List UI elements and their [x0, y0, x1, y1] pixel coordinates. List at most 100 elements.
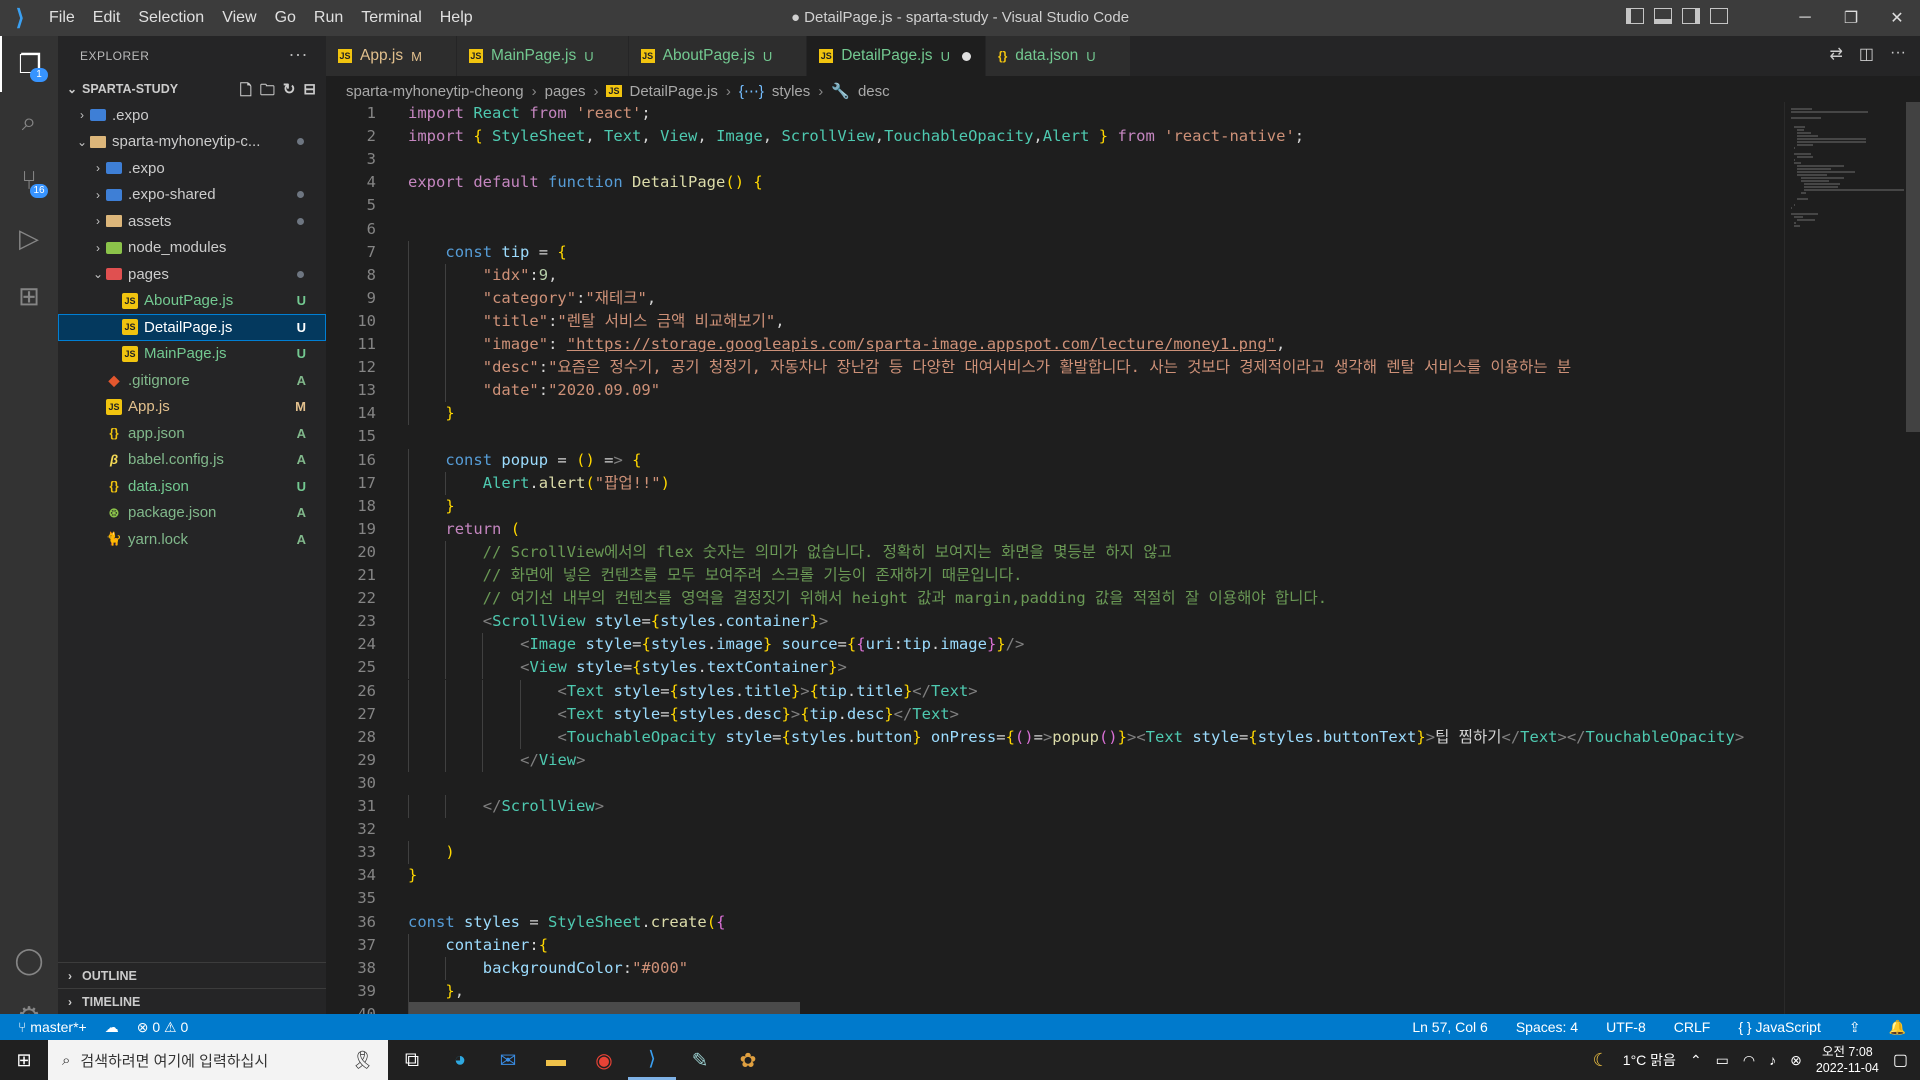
tree-folder[interactable]: › .expo — [58, 102, 326, 129]
toggle-panel-icon[interactable] — [1654, 8, 1672, 24]
ime-icon[interactable]: ⊗ — [1790, 1052, 1802, 1069]
babel-file-icon: β — [109, 452, 119, 468]
language-mode[interactable]: { } JavaScript — [1738, 1019, 1821, 1035]
unsaved-dot-icon[interactable] — [961, 51, 971, 61]
horizontal-scrollbar[interactable] — [408, 1002, 800, 1014]
cortana-icon[interactable]: 🎗 — [351, 1050, 374, 1071]
menu-selection[interactable]: Selection — [129, 9, 213, 27]
tree-file[interactable]: JS AboutPage.js U — [58, 288, 326, 315]
tree-file[interactable]: JS App.js M — [58, 394, 326, 421]
menu-run[interactable]: Run — [305, 9, 352, 27]
task-view-icon[interactable]: ⧉ — [388, 1040, 436, 1080]
file-explorer-icon[interactable]: ▬ — [532, 1040, 580, 1080]
extensions-icon[interactable]: ⊞ — [0, 268, 58, 324]
vscode-taskbar-icon[interactable]: ⟩ — [628, 1040, 676, 1080]
edge-icon[interactable]: ◕ — [436, 1040, 484, 1080]
indentation[interactable]: Spaces: 4 — [1516, 1019, 1578, 1035]
breadcrumb-item[interactable]: desc — [858, 83, 890, 100]
explorer-icon[interactable]: ❐ 1 — [0, 36, 58, 92]
breadcrumb-separator-icon: › — [593, 82, 599, 100]
minimap[interactable] — [1784, 102, 1905, 1014]
windows-start-icon[interactable]: ⊞ — [0, 1040, 48, 1080]
tree-file[interactable]: {} data.json U — [58, 473, 326, 500]
minimap-line — [1794, 159, 1795, 161]
git-file-icon: ◆ — [108, 371, 120, 388]
branch-status[interactable]: ⑂ master*+ — [18, 1019, 87, 1035]
tab-data-json[interactable]: {} data.json U — [985, 36, 1131, 76]
more-editor-actions-icon[interactable]: ··· — [1890, 44, 1906, 64]
tab-mainpage-js[interactable]: JS MainPage.js U — [456, 36, 629, 76]
line-ending[interactable]: CRLF — [1674, 1019, 1711, 1035]
wifi-icon[interactable]: ◠ — [1743, 1052, 1755, 1069]
accounts-icon[interactable]: ◯ — [0, 932, 58, 988]
live-share-icon[interactable]: ⇪ — [1849, 1019, 1861, 1036]
tree-folder[interactable]: ⌄ sparta-myhoneytip-c... — [58, 129, 326, 156]
menu-go[interactable]: Go — [266, 9, 305, 27]
indent-guide — [408, 379, 409, 403]
chrome-icon[interactable]: ◉ — [580, 1040, 628, 1080]
menu-view[interactable]: View — [213, 9, 265, 27]
split-editor-icon[interactable]: ◫ — [1859, 44, 1874, 64]
notifications-icon[interactable]: 🔔 — [1889, 1019, 1906, 1036]
tree-file[interactable]: β babel.config.js A — [58, 447, 326, 474]
clock[interactable]: 오전 7:08 2022-11-04 — [1816, 1044, 1879, 1076]
more-actions-icon[interactable]: ··· — [289, 44, 308, 65]
paint-icon[interactable]: ✿ — [724, 1040, 772, 1080]
close-window-button[interactable]: ✕ — [1874, 0, 1920, 36]
encoding[interactable]: UTF-8 — [1606, 1019, 1646, 1035]
tree-file[interactable]: JS DetailPage.js U — [58, 314, 326, 341]
minimize-button[interactable]: ─ — [1782, 0, 1828, 36]
weather-text[interactable]: 1°C 맑음 — [1623, 1050, 1676, 1070]
timeline-section[interactable]: › TIMELINE — [58, 988, 326, 1015]
tree-file[interactable]: {} app.json A — [58, 420, 326, 447]
tree-folder[interactable]: ⌄ pages — [58, 261, 326, 288]
tray-expand-icon[interactable]: ⌃ — [1690, 1052, 1702, 1069]
customize-layout-icon[interactable] — [1710, 8, 1728, 24]
tree-item-label: AboutPage.js — [144, 292, 234, 310]
run-debug-icon[interactable]: ▷ — [0, 210, 58, 266]
tab-aboutpage-js[interactable]: JS AboutPage.js U — [628, 36, 808, 76]
source-control-icon[interactable]: ⑂ 16 — [0, 152, 58, 208]
menu-file[interactable]: File — [40, 9, 84, 27]
code-editor[interactable]: 40 image:{39 },38 backgroundColor:"#000"… — [326, 102, 1784, 1014]
tree-file[interactable]: JS MainPage.js U — [58, 341, 326, 368]
tab-detailpage-js[interactable]: JS DetailPage.js U — [807, 36, 986, 76]
problems-status[interactable]: ⊗ 0 ⚠ 0 — [137, 1019, 189, 1036]
notification-center-icon[interactable]: ▢ — [1893, 1050, 1908, 1070]
tree-folder[interactable]: › assets — [58, 208, 326, 235]
toggle-primary-sidebar-icon[interactable] — [1626, 8, 1644, 24]
project-root[interactable]: ⌄ SPARTA-STUDY 🗋 🗀 ↻ ⊟ — [58, 76, 326, 102]
weather-icon[interactable]: ☾ — [1593, 1050, 1609, 1071]
tree-folder[interactable]: › node_modules — [58, 235, 326, 262]
volume-icon[interactable]: ♪ — [1769, 1052, 1776, 1068]
breadcrumb-item[interactable]: sparta-myhoneytip-cheong — [346, 83, 524, 100]
notepad-icon[interactable]: ✎ — [676, 1040, 724, 1080]
breadcrumb-item[interactable]: pages — [545, 83, 586, 100]
toggle-secondary-sidebar-icon[interactable] — [1682, 8, 1700, 24]
breadcrumb-item[interactable]: styles — [772, 83, 810, 100]
tab-app-js[interactable]: JS App.js M — [326, 36, 457, 76]
restore-button[interactable]: ❐ — [1828, 0, 1874, 36]
vertical-scrollbar[interactable] — [1904, 102, 1920, 1014]
open-changes-icon[interactable]: ⇄ — [1829, 44, 1842, 64]
tree-item-label: assets — [128, 212, 172, 230]
tree-folder[interactable]: › .expo-shared — [58, 182, 326, 209]
tree-file[interactable]: 🐈 yarn.lock A — [58, 526, 326, 553]
tree-file[interactable]: ⊛ package.json A — [58, 500, 326, 527]
breadcrumb-item[interactable]: DetailPage.js — [630, 83, 718, 100]
cursor-position[interactable]: Ln 57, Col 6 — [1412, 1019, 1488, 1035]
tree-folder[interactable]: › .expo — [58, 155, 326, 182]
menu-terminal[interactable]: Terminal — [352, 9, 430, 27]
battery-icon[interactable]: ▭ — [1716, 1052, 1729, 1069]
mail-icon[interactable]: ✉ — [484, 1040, 532, 1080]
indent-guide — [408, 471, 409, 495]
folder-icon — [106, 188, 122, 201]
outline-section[interactable]: › OUTLINE — [58, 962, 326, 989]
taskbar-search[interactable]: ⌕ 검색하려면 여기에 입력하십시 🎗 — [48, 1040, 388, 1080]
scrollbar-thumb[interactable] — [1906, 102, 1920, 432]
menu-edit[interactable]: Edit — [84, 9, 130, 27]
menu-help[interactable]: Help — [431, 9, 482, 27]
search-icon[interactable]: ⌕ — [0, 94, 58, 150]
sync-icon[interactable]: ☁ — [105, 1019, 119, 1036]
tree-file[interactable]: ◆ .gitignore A — [58, 367, 326, 394]
